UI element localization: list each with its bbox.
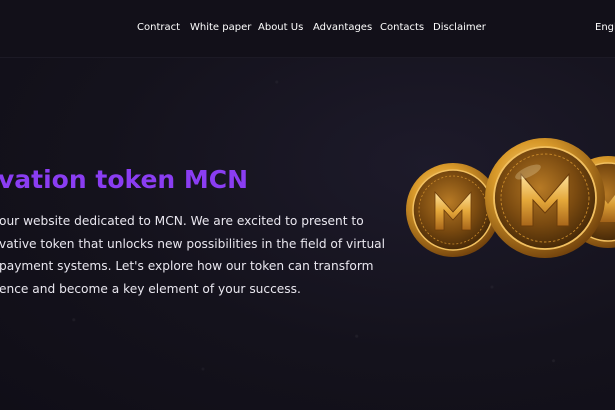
nav-contacts[interactable]: Contacts [380,22,424,33]
nav-white-paper[interactable]: White paper [190,22,251,33]
nav-contract[interactable]: Contract [137,22,180,33]
hero-line-1: our website dedicated to MCN. We are exc… [0,214,364,228]
language-selector[interactable]: Engl [595,22,615,33]
hero-paragraph: our website dedicated to MCN. We are exc… [0,210,394,300]
header: Contract White paper About Us Advantages… [0,0,615,58]
hero-line-3: payment systems. Let's explore how our t… [0,259,374,273]
hero-line-4: ence and become a key element of your su… [0,281,301,296]
hero-title: vation token MCN [0,165,249,194]
mcn-coin-left-icon [406,163,500,257]
nav-about-us[interactable]: About Us [258,22,303,33]
nav-disclaimer[interactable]: Disclaimer [433,22,486,33]
mcn-coins-illustration [406,138,615,258]
nav-advantages[interactable]: Advantages [313,22,372,33]
page: Contract White paper About Us Advantages… [0,0,615,410]
mcn-coin-center-icon [485,138,605,258]
hero-line-2: vative token that unlocks new possibilit… [0,236,386,251]
main-nav: Contract White paper About Us Advantages… [0,22,615,38]
